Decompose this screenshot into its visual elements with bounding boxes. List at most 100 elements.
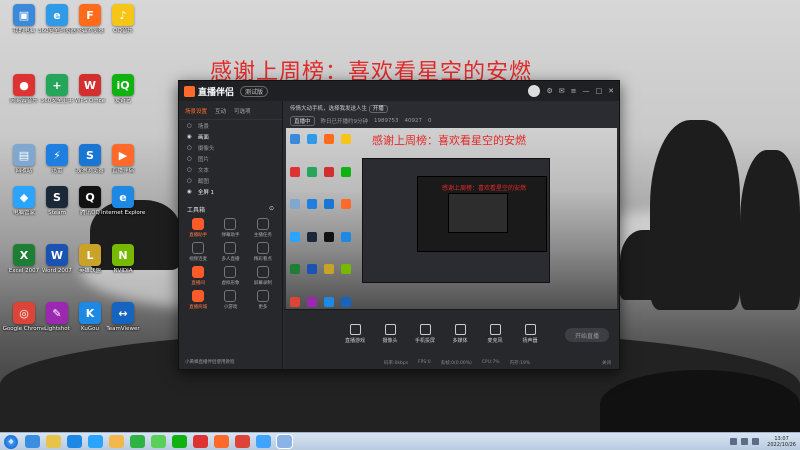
toolbox-item[interactable]: 虚拟形象 (215, 266, 245, 286)
tool-label: 虚拟形象 (221, 281, 240, 286)
toolbox-item[interactable]: 直播商城 (183, 290, 213, 310)
desktop-icon[interactable]: N NVIDIA (101, 244, 145, 275)
tray-input-icon[interactable] (752, 438, 760, 445)
control-icon (489, 324, 501, 335)
left-tab[interactable]: 场景设置 (185, 107, 207, 115)
left-tab[interactable]: 互动 (215, 107, 226, 115)
control-icon (384, 324, 396, 335)
taskbar-cloud-icon[interactable] (256, 435, 271, 448)
preview-banner: 感谢上周榜：喜欢看星空的安燃 (372, 134, 526, 147)
start-button[interactable]: ❖ (4, 434, 18, 449)
desktop-icon[interactable]: ♪ QQ音乐 (101, 4, 145, 35)
desktop-icon[interactable]: e Internet Explorer (101, 186, 145, 217)
preview-icon (307, 231, 317, 242)
taskbar-explorer-icon[interactable] (46, 435, 61, 448)
scene-item[interactable]: ○ 图片 (179, 153, 282, 164)
toolbox-item[interactable]: 小游戏 (215, 290, 245, 310)
toolbox-item[interactable]: 直播间 (183, 266, 213, 286)
taskbar-kugou-icon[interactable] (67, 435, 82, 448)
taskbar-ie-icon[interactable] (25, 435, 40, 448)
scene-label: 截图 (197, 178, 209, 185)
left-tab[interactable]: 可选项 (234, 107, 251, 115)
preview-icon (324, 199, 334, 209)
source-control-button[interactable]: 手机投屏 (414, 324, 436, 344)
visibility-icon[interactable]: ◉ (187, 134, 192, 140)
taskbar-clock[interactable]: 13:07 2022/10/26 (767, 436, 796, 448)
toolbox-item[interactable]: 弹幕助手 (215, 218, 245, 238)
menu-icon[interactable]: ≡ (571, 87, 577, 95)
stream-stat[interactable]: 直播中 (290, 116, 315, 126)
desktop-app-icon: F (79, 4, 101, 26)
preview-icon (324, 231, 334, 242)
taskbar-game-icon[interactable] (193, 435, 208, 448)
expand-icon[interactable]: ⊙ (269, 205, 274, 214)
status-item: 内存:19% (509, 361, 531, 366)
visibility-icon[interactable]: ◉ (187, 189, 192, 195)
taskbar-iqiyi-icon[interactable] (172, 435, 187, 448)
visibility-icon[interactable]: ○ (187, 145, 192, 151)
toolbox-item[interactable]: 多人直播 (215, 242, 245, 262)
preview-icon (290, 296, 300, 307)
minimize-icon[interactable]: — (583, 87, 590, 95)
clock-date: 2022/10/26 (767, 441, 796, 448)
visibility-icon[interactable]: ○ (187, 156, 192, 162)
taskbar-wechat-icon[interactable] (130, 435, 145, 448)
preview-icon (341, 264, 351, 274)
source-control-button[interactable]: 直播游戏 (344, 324, 366, 344)
stream-preview[interactable]: 感谢上周榜：喜欢看星空的安燃 感谢上周榜：喜欢看星空的安燃 (286, 128, 617, 331)
stream-tag[interactable]: 开播 (368, 105, 388, 113)
control-label: 摄像头 (382, 338, 398, 344)
scene-item[interactable]: ◉ 画面 (179, 131, 282, 142)
scene-item[interactable]: ○ 截图 (179, 175, 282, 186)
desktop-icon[interactable]: iQ 爱奇艺 (101, 74, 145, 105)
source-control-button[interactable]: 扬声器 (519, 324, 541, 344)
toolbox-item[interactable]: 精彩看点 (248, 242, 278, 262)
desktop-icon[interactable]: ▶ 直播伴侣 (101, 144, 145, 175)
maximize-icon[interactable]: □ (596, 87, 603, 95)
tool-label: 屏幕录制 (253, 281, 272, 286)
toolbox-item[interactable]: 主播任务 (248, 218, 278, 238)
live-companion-window[interactable]: 直播伴侣 测试版 ⚙ ✉ ≡ — □ ✕ 场景设置 互动 可选项 ○ 场景 ◉ 画面 ○ 摄像… (178, 80, 620, 370)
stream-title[interactable]: 传情大动手机，选择我发送人生 (290, 106, 367, 112)
visibility-icon[interactable]: ○ (187, 167, 192, 173)
message-icon[interactable]: ✉ (559, 87, 565, 95)
desktop-icon[interactable]: ↔ TeamViewer (101, 302, 145, 333)
close-icon[interactable]: ✕ (608, 87, 614, 95)
preview-icon (324, 166, 334, 177)
visibility-icon[interactable]: ○ (187, 123, 192, 129)
user-avatar[interactable] (528, 85, 541, 97)
start-live-button[interactable]: 开始直播 (565, 328, 609, 342)
source-control-button[interactable]: 多媒体 (449, 324, 471, 344)
window-titlebar[interactable]: 直播伴侣 测试版 ⚙ ✉ ≡ — □ ✕ (179, 81, 619, 101)
control-icon (454, 324, 466, 335)
toolbox-item[interactable]: 更多 (248, 290, 278, 310)
taskbar-qq-icon[interactable] (109, 435, 124, 448)
taskbar-live-icon[interactable] (214, 435, 229, 448)
settings-icon[interactable]: ⚙ (546, 87, 552, 95)
tray-volume-icon[interactable] (741, 438, 749, 445)
tutorial-link[interactable]: 小黄蜂直播伴侣使用教程 (185, 359, 235, 365)
toolbox-item[interactable]: 直播助手 (183, 218, 213, 238)
taskbar-browser-icon[interactable] (88, 435, 103, 448)
taskbar-chat-icon[interactable] (151, 435, 166, 448)
desktop-app-icon: ⚡ (46, 144, 68, 166)
scene-item[interactable]: ○ 文本 (179, 164, 282, 175)
scene-item[interactable]: ○ 摄像头 (179, 142, 282, 153)
status-right[interactable]: 关闭 (602, 360, 611, 366)
toolbox-item[interactable]: 视频连麦 (183, 242, 213, 262)
source-control-button[interactable]: 麦克风 (484, 324, 506, 344)
nested-window-2: 感谢上周榜：喜欢看星空的安燃 (417, 176, 547, 252)
scene-item[interactable]: ◉ 全屏 1 (179, 186, 282, 197)
tray-network-icon[interactable] (730, 438, 738, 445)
toolbox-item[interactable]: 屏幕录制 (248, 266, 278, 286)
visibility-icon[interactable]: ○ (187, 178, 192, 184)
control-icon (419, 324, 431, 335)
source-control-button[interactable]: 摄像头 (379, 324, 401, 344)
scene-item[interactable]: ○ 场景 (179, 120, 282, 131)
preview-icon (290, 166, 300, 177)
preview-icon (341, 231, 351, 242)
stream-stats: 直播中 昨日已开播约9分钟 1989753 40927 0 (290, 116, 613, 126)
taskbar-active-app-icon[interactable] (276, 434, 293, 449)
taskbar-chrome-icon[interactable] (235, 435, 250, 448)
scene-label: 文本 (197, 167, 209, 174)
